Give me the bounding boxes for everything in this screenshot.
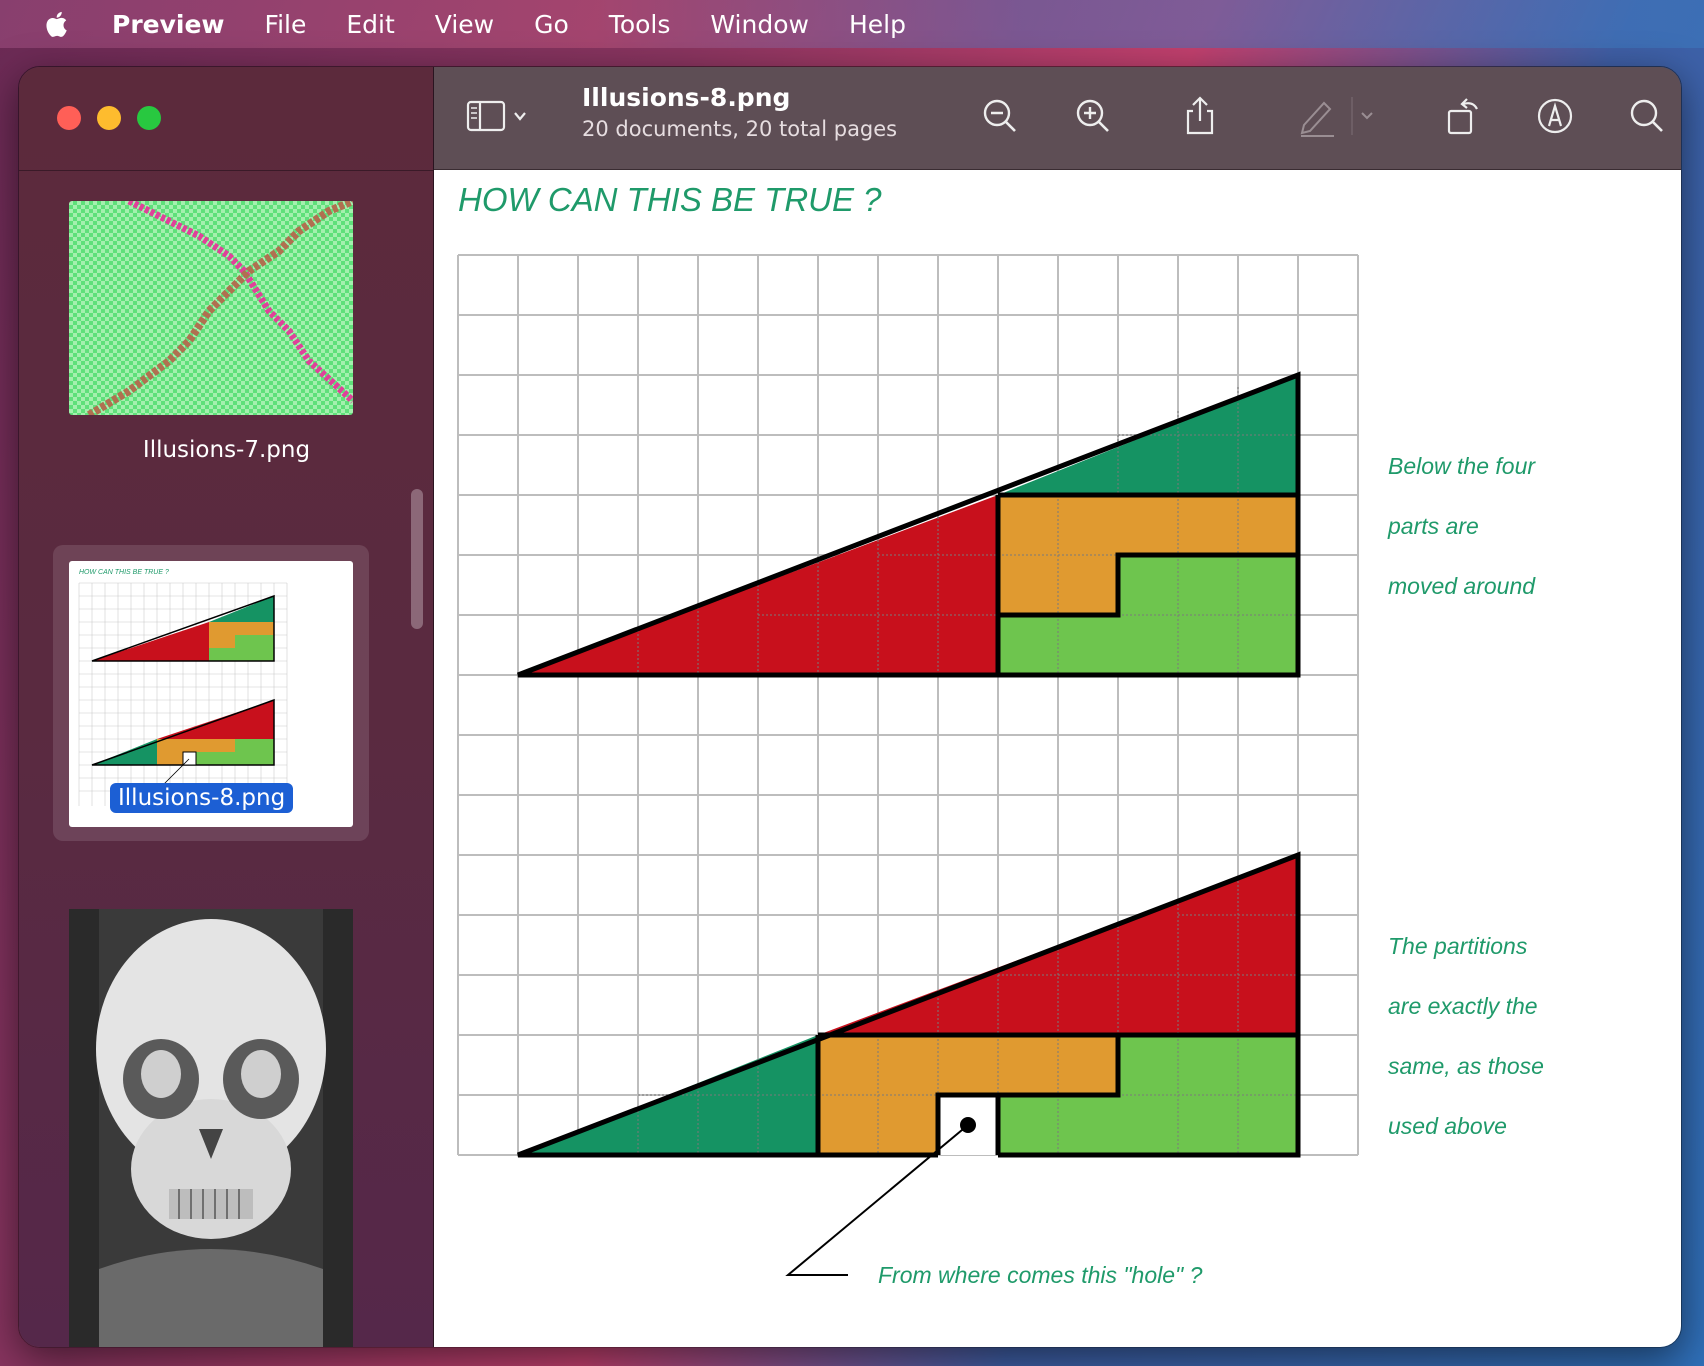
menu-file[interactable]: File [265, 10, 307, 39]
note-bottom-line-1: The partitions [1388, 933, 1528, 959]
top-triangle [517, 371, 1301, 678]
document-subtitle: 20 documents, 20 total pages [582, 117, 898, 141]
hole-caption: From where comes this "hole" ? [878, 1262, 1203, 1288]
markup-icon [1537, 98, 1573, 134]
search-icon [1630, 99, 1663, 132]
zoom-out-button[interactable] [977, 93, 1023, 139]
bottom-triangle [517, 851, 1301, 1276]
thumbnail-image [69, 909, 353, 1347]
document-canvas: HOW CAN THIS BE TRUE ? Below the four pa… [434, 170, 1681, 1347]
zoom-in-button[interactable] [1070, 93, 1116, 139]
document-title: Illusions-8.png [582, 83, 791, 112]
markup-button[interactable] [1532, 93, 1578, 139]
close-button[interactable] [57, 106, 81, 130]
thumbnail-image [69, 197, 356, 419]
thumbnail-label[interactable]: Illusions-7.png [19, 437, 434, 463]
illusion-image: HOW CAN THIS BE TRUE ? Below the four pa… [457, 181, 1544, 1288]
sidebar-divider [19, 170, 433, 171]
menu-app-name[interactable]: Preview [112, 10, 225, 39]
thumbnail-sidebar: Illusions-7.png HOW CAN THIS BE TRUE ? I… [19, 67, 434, 1347]
toolbar: Illusions-8.png 20 documents, 20 total p… [434, 67, 1681, 170]
search-button[interactable] [1624, 93, 1670, 139]
note-top-line-3: moved around [1388, 573, 1536, 599]
menu-help[interactable]: Help [849, 10, 906, 39]
sidebar-toggle-icon [466, 100, 526, 132]
fullscreen-button[interactable] [137, 106, 161, 130]
window-controls [57, 106, 161, 130]
thumbnail-illusions-7[interactable] [69, 197, 356, 419]
sidebar-scrollbar[interactable] [411, 489, 423, 629]
menu-tools[interactable]: Tools [609, 10, 671, 39]
note-bottom-line-4: used above [1388, 1113, 1507, 1139]
sidebar-toggle-button[interactable] [464, 93, 534, 139]
highlight-pen-icon [1300, 97, 1373, 137]
apple-icon[interactable] [40, 7, 74, 41]
document-heading: HOW CAN THIS BE TRUE ? [458, 181, 882, 218]
share-button[interactable] [1177, 93, 1223, 139]
menu-edit[interactable]: Edit [346, 10, 394, 39]
thumbnail-skull-image[interactable] [69, 909, 353, 1347]
thumbnail-label-selected[interactable]: Illusions-8.png [110, 783, 294, 813]
zoom-in-icon [1076, 99, 1109, 132]
rotate-icon [1447, 98, 1478, 135]
note-bottom-line-3: same, as those [1388, 1053, 1544, 1079]
minimize-button[interactable] [97, 106, 121, 130]
zoom-out-icon [983, 99, 1016, 132]
highlight-button[interactable] [1296, 93, 1376, 139]
menu-bar: Preview File Edit View Go Tools Window H… [0, 0, 1704, 48]
preview-window: Illusions-7.png HOW CAN THIS BE TRUE ? I… [18, 66, 1682, 1348]
menu-go[interactable]: Go [534, 10, 569, 39]
menu-view[interactable]: View [435, 10, 494, 39]
note-bottom-line-2: are exactly the [1388, 993, 1538, 1019]
note-top-line-2: parts are [1387, 513, 1479, 539]
share-icon [1186, 96, 1214, 135]
note-top-line-1: Below the four [1388, 453, 1536, 479]
svg-text:HOW CAN THIS BE TRUE ?: HOW CAN THIS BE TRUE ? [79, 569, 169, 576]
menu-window[interactable]: Window [710, 10, 809, 39]
rotate-button[interactable] [1441, 93, 1487, 139]
